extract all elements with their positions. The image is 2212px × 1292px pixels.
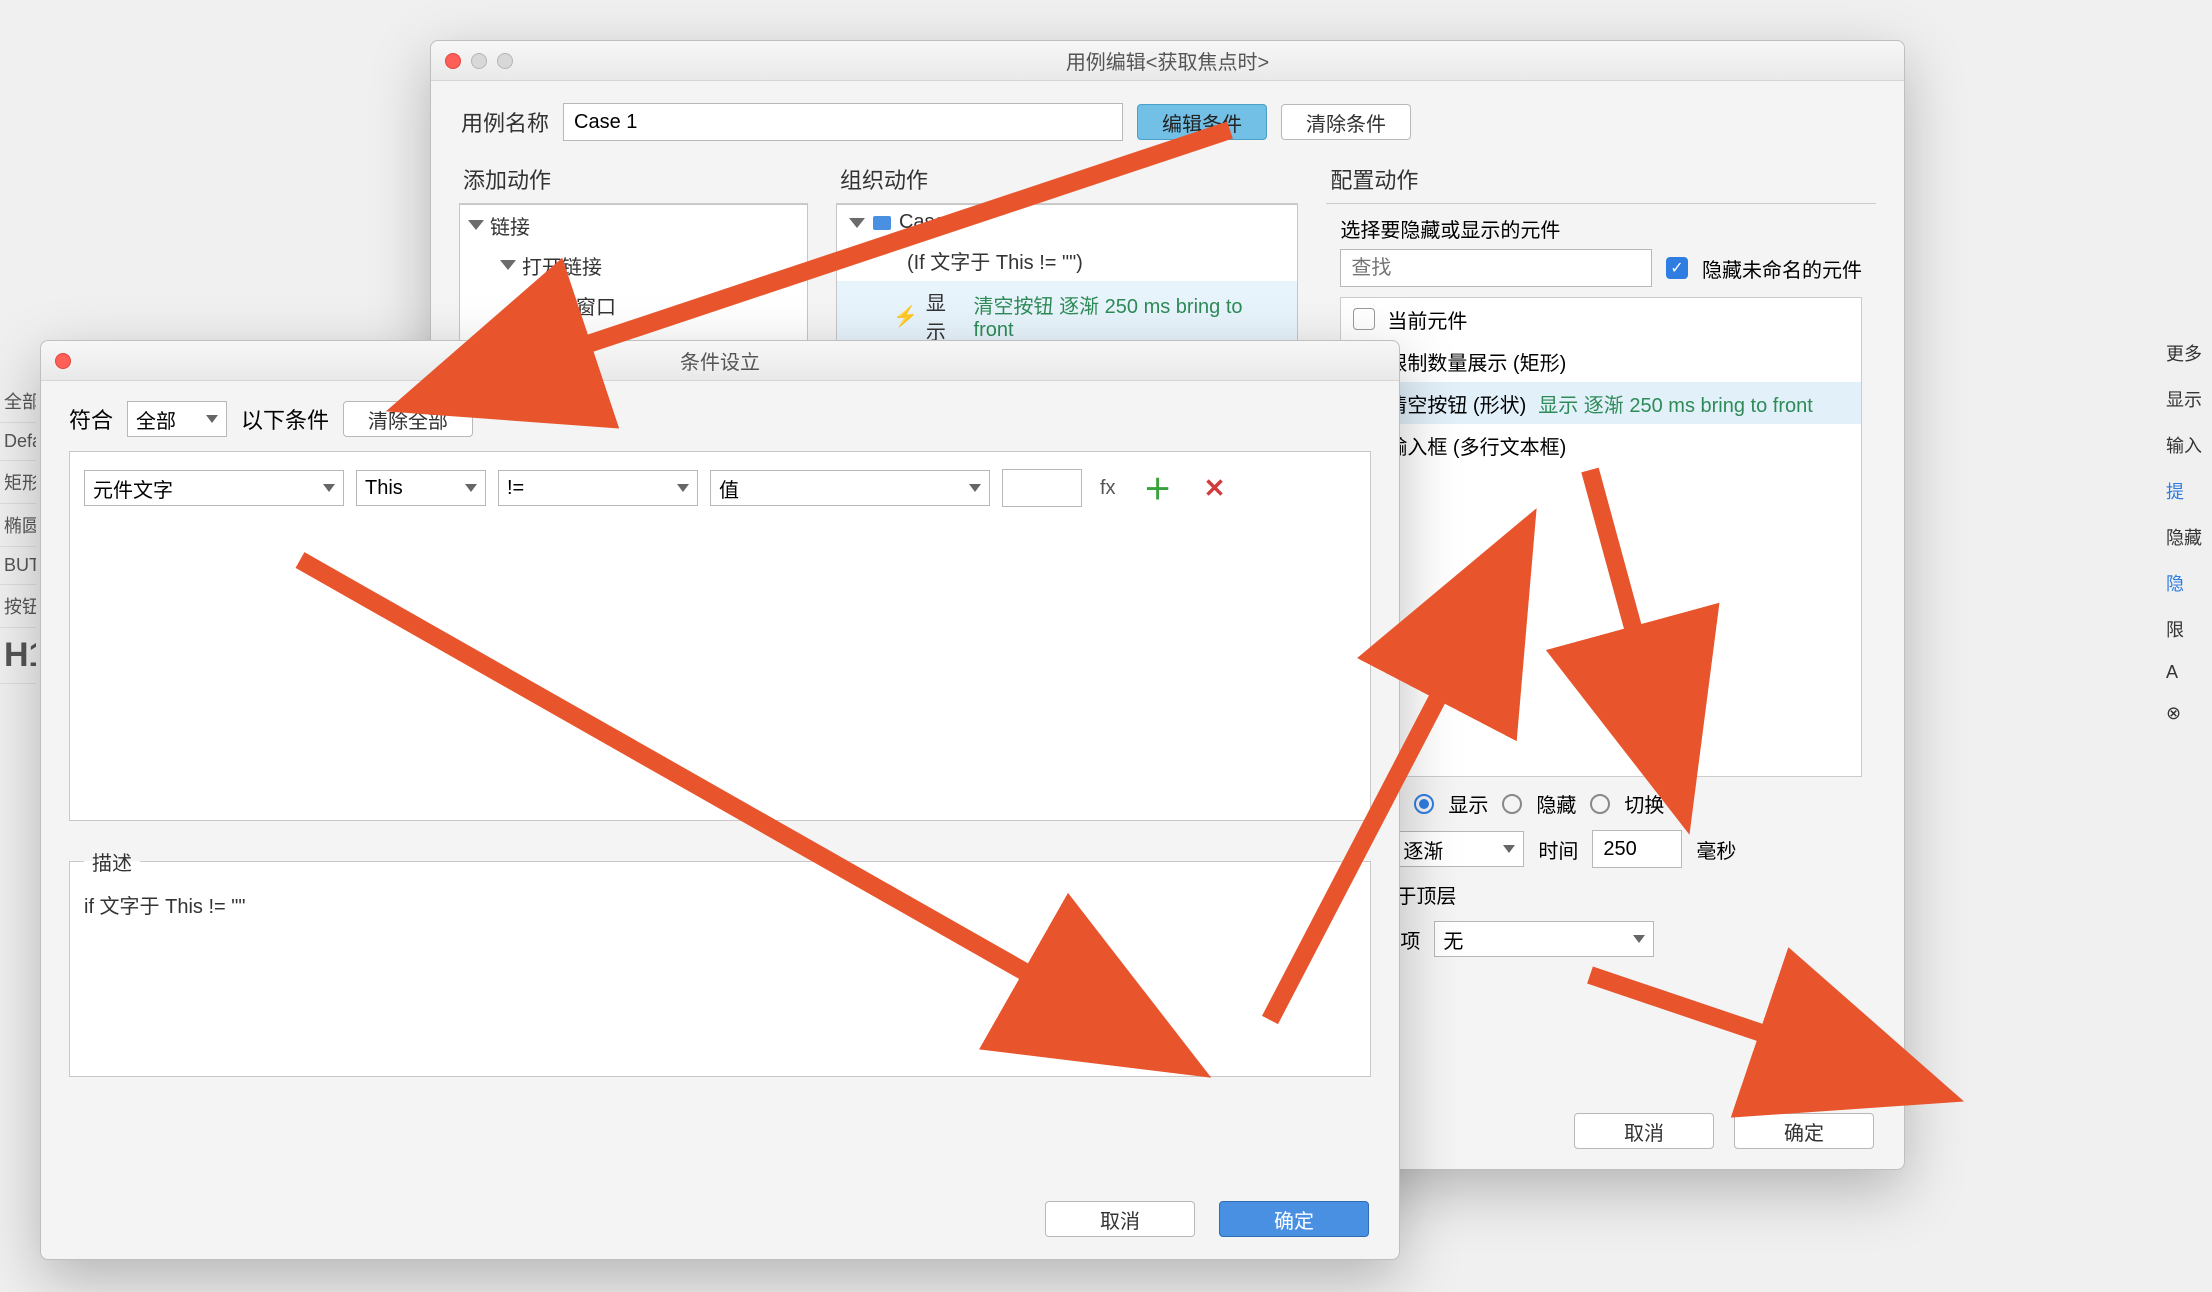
window-title: 条件设立	[41, 346, 1399, 375]
window-title: 用例编辑<获取焦点时>	[431, 46, 1904, 75]
tree-item-link[interactable]: 链接	[460, 205, 807, 245]
ms-label: 毫秒	[1696, 835, 1736, 864]
chevron-down-icon	[465, 484, 477, 492]
visibility-toggle-radio[interactable]	[1590, 794, 1610, 814]
case-cancel-button[interactable]: 取消	[1574, 1113, 1714, 1149]
hide-unnamed-checkbox[interactable]: ✓	[1666, 257, 1688, 279]
match-mode-select[interactable]: 全部	[127, 401, 227, 437]
chevron-down-icon	[969, 484, 981, 492]
target-select[interactable]: This	[356, 470, 486, 506]
case-icon	[873, 216, 891, 230]
description-legend: 描述	[84, 847, 140, 876]
match-label-1: 符合	[69, 403, 113, 435]
right-sidebar-fragment: 更多显示输入 提隐藏 隐限 A⊗	[2162, 330, 2212, 734]
value-input[interactable]	[1002, 469, 1082, 507]
configure-action-heading: 配置动作	[1326, 155, 1876, 204]
widget-row[interactable]: 输入框 (多行文本框)	[1341, 424, 1861, 466]
cond-cancel-button[interactable]: 取消	[1045, 1201, 1195, 1237]
checkbox-icon[interactable]	[1353, 308, 1375, 330]
edit-condition-button[interactable]: 编辑条件	[1137, 104, 1267, 140]
operator-select[interactable]: !=	[498, 470, 698, 506]
chevron-down-icon[interactable]	[500, 260, 516, 270]
titlebar[interactable]: 用例编辑<获取焦点时>	[431, 41, 1904, 81]
widget-row-selected[interactable]: ✓ 清空按钮 (形状) 显示 逐渐 250 ms bring to front	[1341, 382, 1861, 424]
fx-button[interactable]: fx	[1094, 477, 1122, 500]
animation-select[interactable]: 逐渐	[1394, 831, 1524, 867]
chevron-down-icon	[677, 484, 689, 492]
value-type-select[interactable]: 值	[710, 470, 990, 506]
delete-row-icon[interactable]: ✕	[1194, 473, 1236, 504]
case-tree-root[interactable]: Case 1	[837, 205, 1297, 240]
time-input[interactable]	[1592, 830, 1682, 868]
field-select[interactable]: 元件文字	[84, 470, 344, 506]
titlebar[interactable]: 条件设立	[41, 341, 1399, 381]
widget-row[interactable]: 当前元件	[1341, 298, 1861, 340]
description-text: if 文字于 This != ""	[84, 890, 1356, 919]
chevron-down-icon	[206, 415, 218, 423]
case-name-label: 用例名称	[461, 106, 549, 138]
configure-action-section: 配置动作 选择要隐藏或显示的元件 ✓ 隐藏未命名的元件 当前元件 限制数量展示 …	[1326, 155, 1876, 979]
chevron-down-icon	[1633, 935, 1645, 943]
description-fieldset: 描述 if 文字于 This != ""	[69, 847, 1371, 1077]
tree-item-current-window[interactable]: 当前窗口	[460, 285, 807, 325]
chevron-down-icon[interactable]	[849, 218, 865, 228]
widget-row[interactable]: 限制数量展示 (矩形)	[1341, 340, 1861, 382]
condition-grid: 元件文字 This != 值 fx ＋ ✕	[69, 451, 1371, 821]
cond-ok-button[interactable]: 确定	[1219, 1201, 1369, 1237]
tree-item-open-link[interactable]: 打开链接	[460, 245, 807, 285]
visibility-show-radio[interactable]	[1414, 794, 1434, 814]
chevron-down-icon[interactable]	[468, 220, 484, 230]
condition-row: 元件文字 This != 值 fx ＋ ✕	[84, 466, 1356, 510]
more-options-select[interactable]: 无	[1434, 921, 1654, 957]
organize-action-heading: 组织动作	[836, 155, 1298, 204]
time-label: 时间	[1538, 835, 1578, 864]
case-condition-line: (If 文字于 This != "")	[837, 240, 1297, 281]
widget-list: 当前元件 限制数量展示 (矩形) ✓ 清空按钮 (形状) 显示 逐渐 250 m…	[1340, 297, 1862, 777]
clear-all-button[interactable]: 清除全部	[343, 401, 473, 437]
chevron-down-icon	[323, 484, 335, 492]
add-row-icon[interactable]: ＋	[1134, 468, 1182, 508]
match-label-2: 以下条件	[241, 403, 329, 435]
visibility-hide-radio[interactable]	[1502, 794, 1522, 814]
bolt-icon: ⚡	[893, 304, 918, 329]
clear-condition-button[interactable]: 清除条件	[1281, 104, 1411, 140]
case-ok-button[interactable]: 确定	[1734, 1113, 1874, 1149]
left-sidebar-fragment: 全部Defa矩形 椭圆BUTTON按钮 H1	[0, 380, 36, 684]
widget-search-input[interactable]	[1340, 249, 1652, 287]
condition-builder-window: 条件设立 符合 全部 以下条件 清除全部 元件文字 This != 值 fx ＋	[40, 340, 1400, 1260]
case-name-input[interactable]	[563, 103, 1123, 141]
chevron-down-icon	[1503, 845, 1515, 853]
select-widgets-label: 选择要隐藏或显示的元件	[1340, 214, 1862, 243]
add-action-heading: 添加动作	[459, 155, 808, 204]
hide-unnamed-label: 隐藏未命名的元件	[1702, 254, 1862, 283]
